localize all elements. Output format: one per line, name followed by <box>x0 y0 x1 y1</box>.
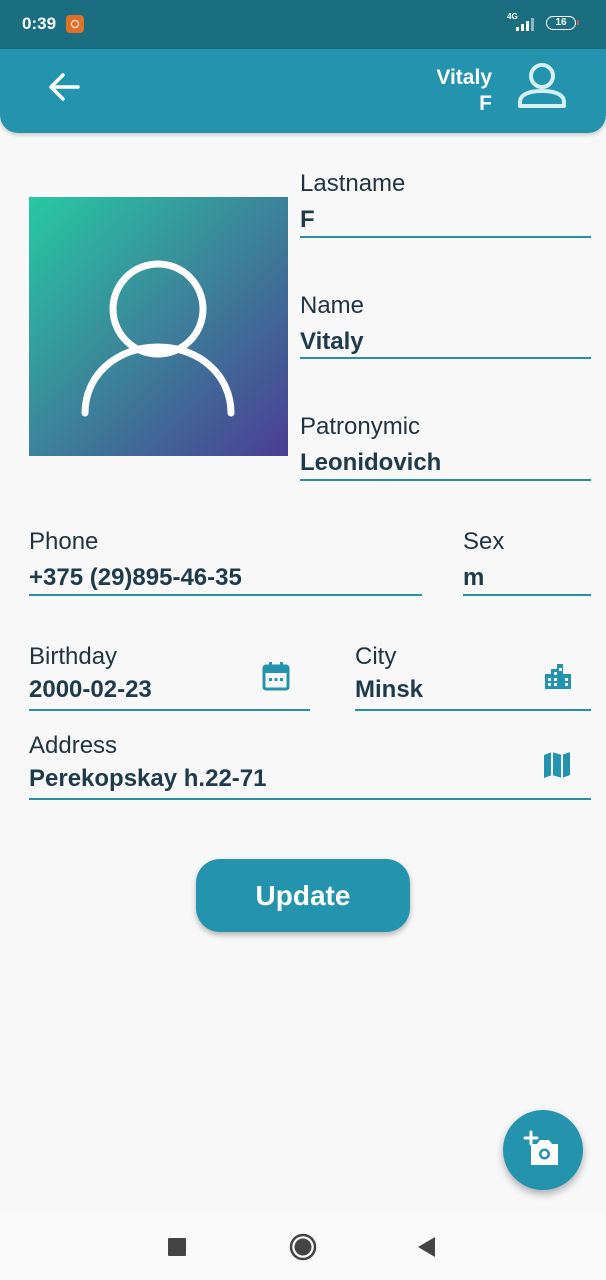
phone-value: +375 (29)895-46-35 <box>29 564 242 591</box>
address-value: Perekopskay h.22-71 <box>29 765 267 792</box>
status-time: 0:39 <box>22 14 57 33</box>
map-icon[interactable] <box>543 750 571 785</box>
account-button[interactable] <box>514 57 570 113</box>
triangle-back-icon <box>418 1237 435 1257</box>
sex-value: m <box>463 564 485 591</box>
name-label: Name <box>300 292 365 319</box>
name-value: Vitaly <box>300 328 364 355</box>
back-button[interactable] <box>44 67 84 107</box>
back-nav-button[interactable] <box>417 1236 437 1263</box>
user-first-name: Vitaly <box>436 66 492 89</box>
sex-field[interactable]: Sex m <box>463 526 591 596</box>
city-value: Minsk <box>355 676 424 703</box>
birthday-value: 2000-02-23 <box>29 676 152 703</box>
lastname-label: Lastname <box>300 170 406 197</box>
city-icon[interactable] <box>543 661 573 696</box>
address-label: Address <box>29 732 118 759</box>
phone-field[interactable]: Phone +375 (29)895-46-35 <box>29 526 422 596</box>
user-name: Vitaly F <box>436 65 492 117</box>
add-photo-icon <box>523 1130 558 1165</box>
lastname-value: F <box>300 206 315 233</box>
patronymic-value: Leonidovich <box>300 449 442 476</box>
system-nav-bar <box>0 1213 606 1280</box>
home-circle-icon <box>289 1233 317 1261</box>
address-field[interactable]: Address Perekopskay h.22-71 <box>29 730 591 800</box>
notification-icon <box>66 15 84 33</box>
app-bar: Vitaly F <box>0 49 606 133</box>
status-bar: 0:39 4G 16 <box>0 0 606 49</box>
person-icon <box>518 63 566 108</box>
profile-photo[interactable] <box>29 197 288 456</box>
sex-label: Sex <box>463 528 505 555</box>
home-button[interactable] <box>289 1233 317 1266</box>
patronymic-field[interactable]: Patronymic Leonidovich <box>300 411 591 481</box>
user-last-initial: F <box>479 92 492 115</box>
add-photo-button[interactable] <box>503 1110 583 1190</box>
calendar-icon[interactable] <box>262 661 290 696</box>
birthday-field[interactable]: Birthday 2000-02-23 <box>29 641 310 711</box>
name-field[interactable]: Name Vitaly <box>300 290 591 359</box>
city-label: City <box>355 643 397 670</box>
back-arrow-icon <box>49 73 80 101</box>
update-button[interactable]: Update <box>196 859 410 932</box>
city-field[interactable]: City Minsk <box>355 641 591 711</box>
birthday-label: Birthday <box>29 643 118 670</box>
patronymic-label: Patronymic <box>300 413 421 440</box>
phone-label: Phone <box>29 528 99 555</box>
square-icon <box>168 1238 186 1256</box>
recents-button[interactable] <box>168 1238 186 1261</box>
avatar-placeholder-icon <box>81 260 235 417</box>
battery-indicator: 16 <box>546 16 579 30</box>
signal-icon <box>516 16 534 31</box>
lastname-field[interactable]: Lastname F <box>300 168 591 238</box>
